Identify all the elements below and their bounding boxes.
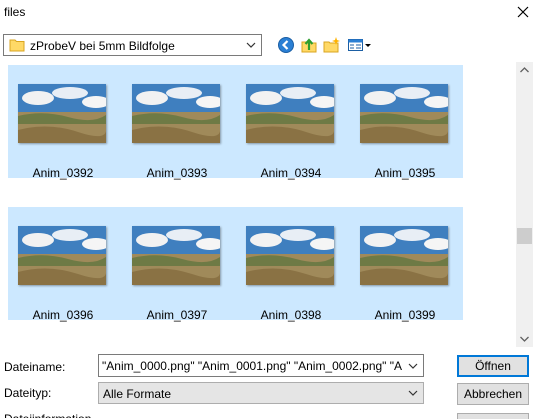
filetype-value: Alle Formate	[103, 387, 172, 401]
close-button[interactable]	[512, 2, 534, 22]
landscape-image-icon	[18, 226, 106, 285]
landscape-image-icon	[132, 84, 220, 143]
chevron-down-icon	[408, 390, 418, 396]
folder-location-dropdown[interactable]: zProbeV bei 5mm Bildfolge	[3, 34, 262, 56]
scroll-up-button[interactable]	[516, 62, 533, 79]
file-name: Anim_0395	[374, 166, 436, 180]
vertical-scrollbar[interactable]	[516, 62, 533, 347]
file-item[interactable]: Anim_0393	[127, 72, 227, 180]
file-item[interactable]: Anim_0399	[355, 214, 455, 322]
new-folder-button[interactable]	[323, 36, 343, 54]
filename-label: Dateiname:	[4, 360, 66, 374]
file-thumbnail	[132, 226, 220, 285]
file-thumbnail	[132, 84, 220, 143]
new-folder-icon	[323, 37, 340, 53]
landscape-image-icon	[132, 226, 220, 285]
file-name: Anim_0399	[374, 308, 436, 322]
file-thumbnail	[18, 226, 106, 285]
folder-icon	[9, 39, 25, 52]
chevron-down-icon	[246, 42, 256, 48]
filetype-select[interactable]: Alle Formate	[98, 382, 424, 404]
view-menu-button[interactable]	[347, 36, 373, 54]
file-thumbnail	[246, 84, 334, 143]
file-name: Anim_0398	[260, 308, 322, 322]
back-button[interactable]	[277, 36, 297, 54]
file-thumbnail	[18, 84, 106, 143]
open-button[interactable]: Öffnen	[457, 355, 529, 377]
landscape-image-icon	[360, 84, 448, 143]
chevron-up-icon	[520, 67, 529, 73]
back-arrow-icon	[278, 37, 294, 53]
view-grid-icon	[348, 39, 371, 51]
landscape-image-icon	[246, 226, 334, 285]
file-name: Anim_0397	[146, 308, 208, 322]
filetype-label: Dateityp:	[4, 386, 52, 400]
file-item[interactable]: Anim_0392	[13, 72, 113, 180]
landscape-image-icon	[18, 84, 106, 143]
folder-up-icon	[301, 38, 317, 53]
file-info-button[interactable]	[457, 413, 529, 419]
cancel-button[interactable]: Abbrechen	[457, 383, 529, 405]
chevron-down-icon	[520, 336, 529, 342]
file-list[interactable]: Anim_0392 Anim_0393 Anim_0394 Anim_0395 …	[3, 62, 515, 347]
file-item[interactable]: Anim_0398	[241, 214, 341, 322]
chevron-down-icon[interactable]	[408, 363, 418, 369]
scrollbar-thumb[interactable]	[517, 228, 532, 244]
filename-value: "Anim_0000.png" "Anim_0001.png" "Anim_00…	[102, 359, 402, 373]
file-item[interactable]: Anim_0396	[13, 214, 113, 322]
file-info-label: Dateiinformation	[4, 412, 91, 418]
up-one-level-button[interactable]	[300, 36, 320, 54]
file-item[interactable]: Anim_0395	[355, 72, 455, 180]
filename-input[interactable]: "Anim_0000.png" "Anim_0001.png" "Anim_00…	[98, 354, 424, 377]
file-thumbnail	[246, 226, 334, 285]
close-icon	[517, 6, 529, 18]
file-item[interactable]: Anim_0397	[127, 214, 227, 322]
file-thumbnail	[360, 84, 448, 143]
file-name: Anim_0394	[260, 166, 322, 180]
window-title: files	[4, 5, 26, 19]
file-name: Anim_0393	[146, 166, 208, 180]
file-name: Anim_0396	[32, 308, 94, 322]
scroll-down-button[interactable]	[516, 330, 533, 347]
file-name: Anim_0392	[32, 166, 94, 180]
file-thumbnail	[360, 226, 448, 285]
file-item[interactable]: Anim_0394	[241, 72, 341, 180]
landscape-image-icon	[246, 84, 334, 143]
folder-name: zProbeV bei 5mm Bildfolge	[30, 39, 175, 53]
landscape-image-icon	[360, 226, 448, 285]
